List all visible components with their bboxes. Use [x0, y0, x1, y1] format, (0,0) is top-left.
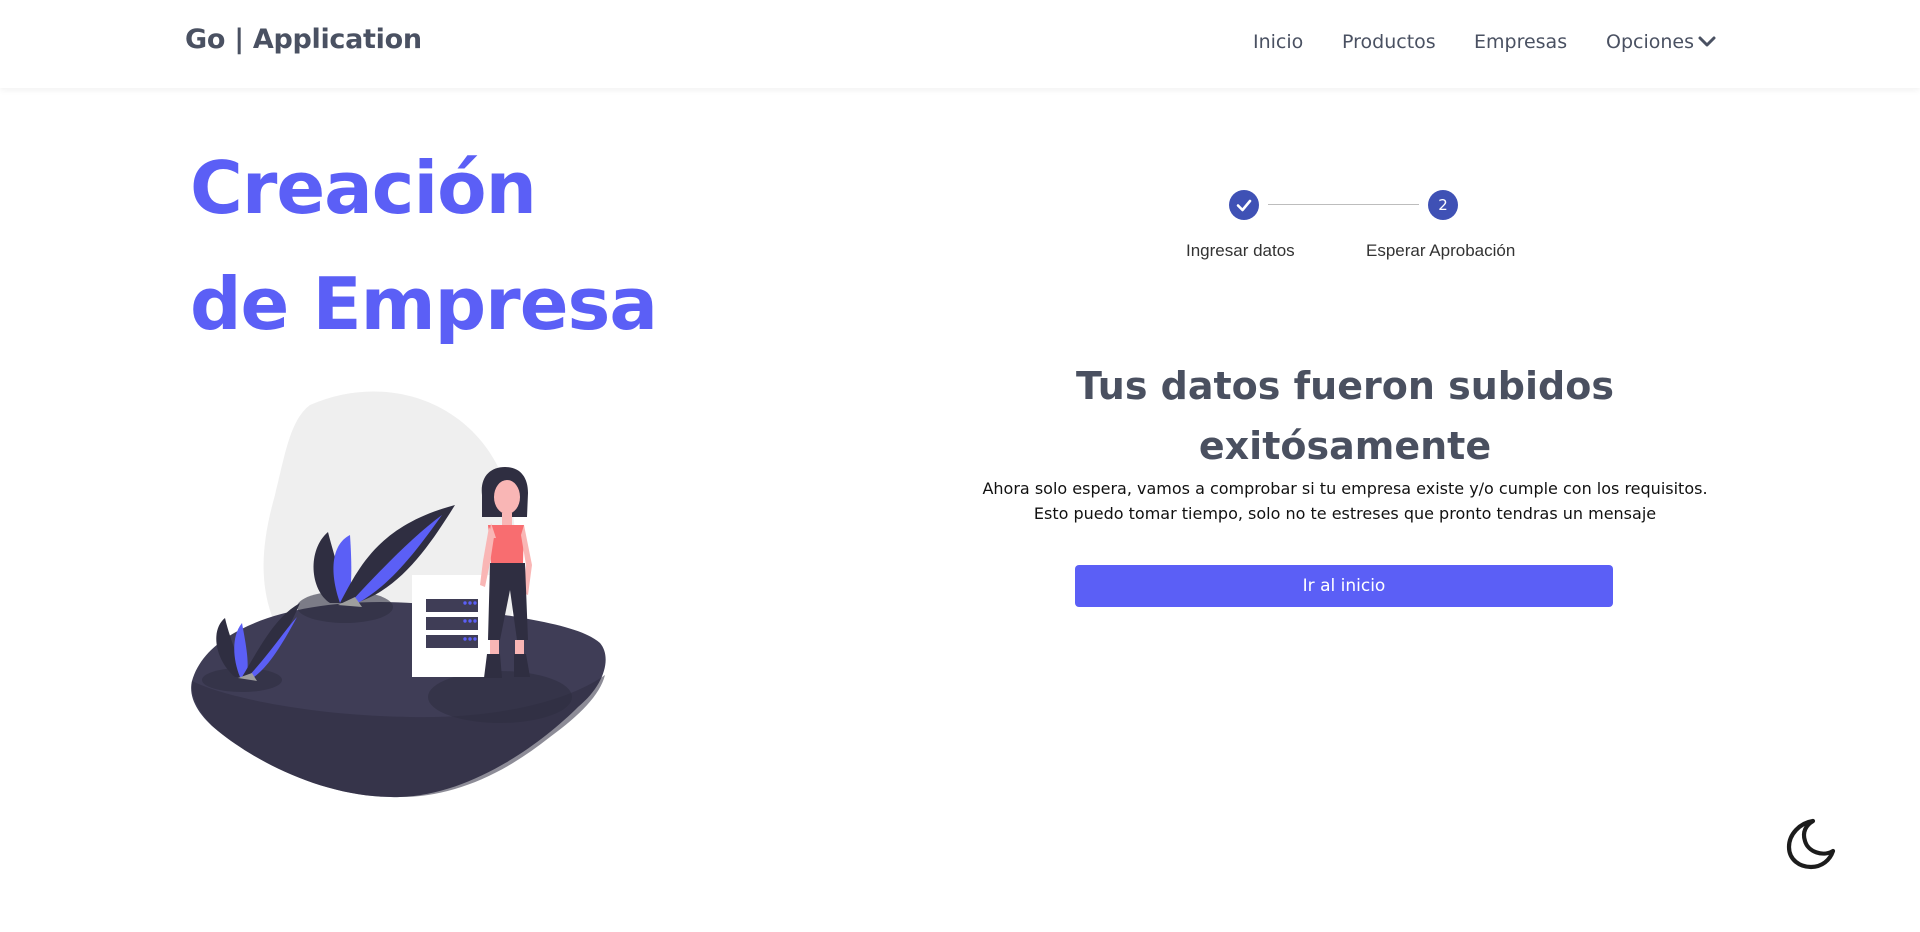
server-woman-illustration — [191, 391, 606, 798]
nav-link-productos[interactable]: Productos — [1342, 31, 1436, 53]
check-icon — [1236, 199, 1252, 212]
step-1-label: Ingresar datos — [1186, 241, 1295, 260]
success-description-line-2: Esto puedo tomar tiempo, solo no te estr… — [1033, 504, 1657, 523]
chevron-down-icon[interactable] — [1697, 35, 1717, 49]
success-description-line-1: Ahora solo espera, vamos a comprobar si … — [982, 479, 1708, 498]
moon-icon[interactable] — [1782, 817, 1836, 871]
success-title: Tus datos fueron subidos exitósamente — [1076, 364, 1614, 468]
navbar: Go | Application Inicio Productos Empres… — [0, 0, 1920, 88]
page-title: Creación de Empresa — [190, 130, 790, 362]
step-1-completed — [1229, 190, 1259, 220]
brand-logo[interactable]: Go | Application — [185, 24, 422, 55]
step-connector — [1268, 204, 1419, 205]
page-title-line-2: de Empresa — [190, 262, 658, 346]
nav-link-inicio[interactable]: Inicio — [1253, 31, 1303, 53]
success-description: Ahora solo espera, vamos a comprobar si … — [940, 476, 1750, 526]
nav-link-opciones[interactable]: Opciones — [1606, 31, 1694, 53]
step-2-active: 2 — [1428, 190, 1458, 220]
go-home-button[interactable]: Ir al inicio — [1075, 565, 1613, 607]
page-title-line-1: Creación — [190, 146, 537, 230]
step-2-label: Esperar Aprobación — [1366, 241, 1516, 260]
nav-link-empresas[interactable]: Empresas — [1474, 31, 1567, 53]
